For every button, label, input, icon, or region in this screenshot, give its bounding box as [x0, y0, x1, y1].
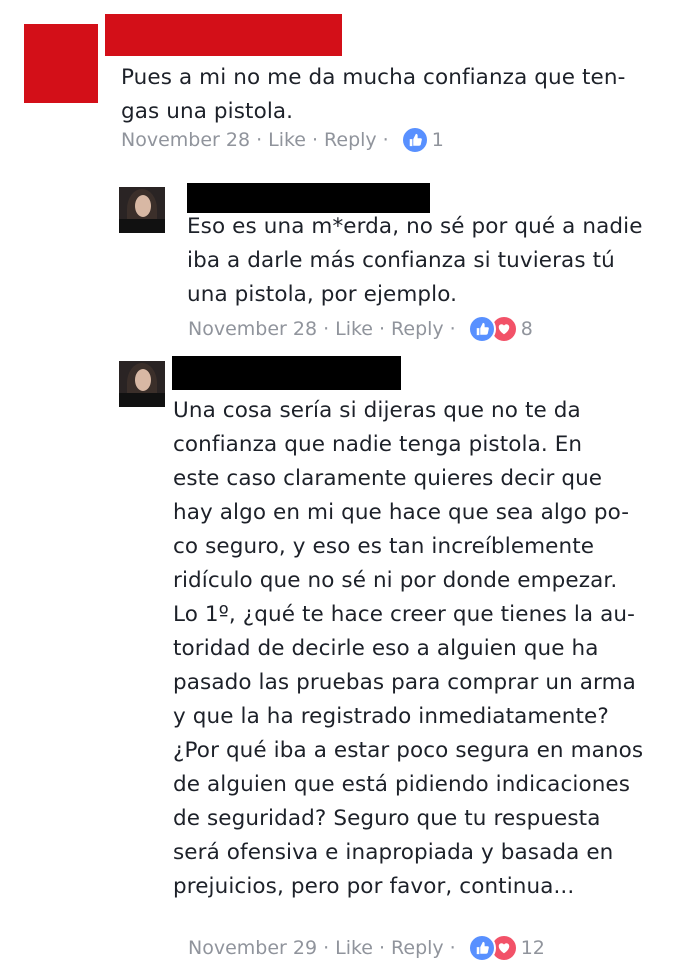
separator: · [382, 129, 389, 151]
separator: · [312, 129, 319, 151]
separator: · [379, 937, 386, 959]
separator: · [256, 129, 263, 151]
comment-text: Pues a mi no me da mucha confianza que t… [121, 65, 626, 124]
separator: · [323, 318, 330, 340]
reaction-count: 12 [520, 937, 545, 959]
separator: · [379, 318, 386, 340]
like-link[interactable]: Like [335, 937, 373, 959]
separator: · [449, 937, 456, 959]
reactions[interactable]: 1 [400, 126, 444, 154]
timestamp[interactable]: November 29 [188, 937, 317, 959]
avatar[interactable] [119, 361, 165, 407]
like-icon [467, 315, 496, 343]
reply-link[interactable]: Reply [391, 937, 444, 959]
avatar-redacted[interactable] [24, 24, 98, 103]
reactions[interactable]: 12 [467, 934, 545, 962]
divider [0, 160, 700, 170]
comment-2: Eso es una m*erda, no sé por qué a nadie… [0, 170, 700, 350]
timestamp[interactable]: November 28 [121, 129, 250, 151]
reactions[interactable]: 8 [467, 315, 533, 343]
separator: · [323, 937, 330, 959]
comment-meta: November 28 · Like · Reply · 1 [121, 126, 444, 154]
reply-link[interactable]: Reply [391, 318, 444, 340]
reaction-count: 8 [520, 318, 533, 340]
author-name-redacted[interactable] [172, 356, 401, 390]
separator: · [449, 318, 456, 340]
comment-meta: November 28 · Like · Reply · 8 [188, 315, 533, 343]
author-name-redacted[interactable] [187, 183, 430, 213]
like-link[interactable]: Like [268, 129, 306, 151]
like-icon [467, 934, 496, 962]
like-icon [400, 126, 429, 154]
avatar[interactable] [119, 187, 165, 233]
like-link[interactable]: Like [335, 318, 373, 340]
comment-text: Eso es una m*erda, no sé por qué a nadie… [187, 214, 643, 307]
comment-text: Una cosa sería si dijeras que no te da c… [173, 398, 644, 899]
reply-link[interactable]: Reply [324, 129, 377, 151]
timestamp[interactable]: November 28 [188, 318, 317, 340]
comment-1: Pues a mi no me da mucha confianza que t… [0, 0, 700, 160]
reaction-count: 1 [431, 129, 444, 151]
comment-3: Una cosa sería si dijeras que no te da c… [0, 350, 700, 968]
author-name-redacted[interactable] [105, 14, 342, 56]
comment-meta: November 29 · Like · Reply · 12 [188, 934, 545, 962]
